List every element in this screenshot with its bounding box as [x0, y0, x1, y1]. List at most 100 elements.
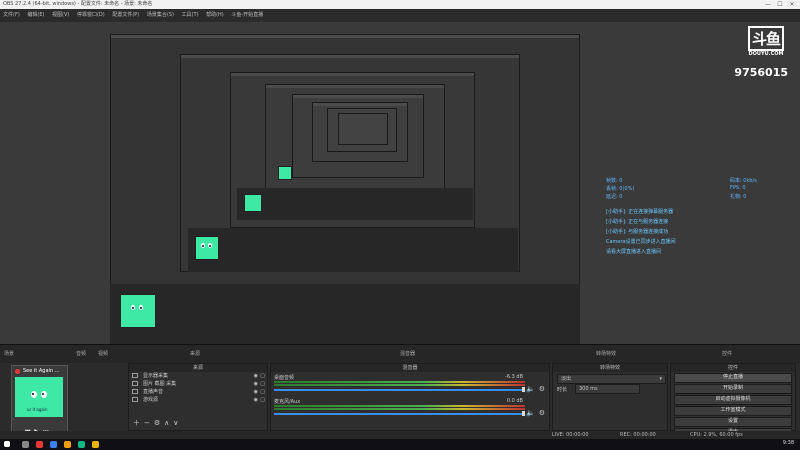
audio-icon: [132, 389, 138, 394]
eye-icon[interactable]: ◉: [254, 380, 258, 388]
nested-scene-thumb-4: [278, 166, 292, 180]
volume-slider[interactable]: [274, 387, 525, 392]
lock-icon[interactable]: ▢: [260, 396, 265, 404]
eye-graphic: [41, 391, 47, 398]
status-cpu: CPU: 2.9%, 60.00 fps: [690, 432, 743, 438]
source-item[interactable]: 直播声音 ◉ ▢: [129, 388, 267, 396]
taskbar-clock: 9:38: [782, 440, 794, 446]
menu-bar: 文件(F) 编辑(E) 视图(V) 停靠窗口(D) 配置文件(P) 场景集合(S…: [0, 9, 800, 22]
studio-mode-button[interactable]: 工作室模式: [674, 406, 792, 416]
nested-docks-2: [188, 228, 518, 272]
speaker-icon[interactable]: 🔈: [526, 385, 535, 393]
stop-streaming-button[interactable]: 停止直播: [674, 373, 792, 383]
volume-slider[interactable]: [274, 411, 525, 416]
window-titlebar: OBS 27.2.4 (64-bit, windows) - 配置文件: 未命名…: [0, 0, 800, 9]
docks-area: 来源 显示器采集 ◉ ▢ 图片 截图 采集 ◉ ▢ 直播声音 ◉ ▢ 游戏源 ◉ ▢ ＋−⚙∧∨…: [0, 363, 800, 438]
speaker-icon[interactable]: 🔈: [526, 409, 535, 417]
transitions-header: 转场特效: [553, 364, 667, 372]
record-icon: [15, 369, 20, 374]
eye-icon[interactable]: ◉: [254, 372, 258, 380]
stat-bitrate: 码率: 0kb/s: [730, 178, 757, 184]
settings-button[interactable]: 设置: [674, 417, 792, 427]
menu-docks[interactable]: 停靠窗口(D): [77, 9, 105, 22]
sources-dock: 来源 显示器采集 ◉ ▢ 图片 截图 采集 ◉ ▢ 直播声音 ◉ ▢ 游戏源 ◉ ▢ ＋−⚙∧∨: [128, 363, 268, 431]
start-recording-button[interactable]: 开始录制: [674, 384, 792, 394]
tab-audio[interactable]: 音频: [76, 350, 86, 357]
tab-controls[interactable]: 控件: [722, 350, 732, 357]
menu-douyu-live[interactable]: 斗鱼-开始直播: [231, 9, 263, 22]
status-live: LIVE: 00:00:00: [552, 432, 589, 438]
thumb-caption: ur it again: [27, 407, 48, 412]
menu-file[interactable]: 文件(F): [3, 9, 20, 22]
folder-taskbar-icon[interactable]: [64, 441, 71, 448]
tab-sources[interactable]: 来源: [190, 350, 200, 357]
dock-tabbar: 场景 音频 视频 来源 混音器 转场特效 控件: [0, 344, 800, 365]
eye-graphic: [31, 391, 37, 398]
stat-gifts: 礼物: 0: [730, 194, 747, 200]
audio-meter: [274, 384, 525, 386]
obs-taskbar-icon[interactable]: [36, 441, 43, 448]
browser-taskbar-icon[interactable]: [50, 441, 57, 448]
lock-icon[interactable]: ▢: [260, 380, 265, 388]
minimize-icon[interactable]: —: [762, 0, 774, 9]
os-taskbar: 9:38: [0, 439, 800, 450]
nested-docks-3: [237, 188, 473, 220]
stat-fps: FPS: 0: [730, 185, 746, 191]
audio-meter: [274, 408, 525, 410]
gear-icon[interactable]: ⚙: [539, 409, 545, 417]
chrome-taskbar-icon[interactable]: [92, 441, 99, 448]
lock-icon[interactable]: ▢: [260, 372, 265, 380]
nested-capture-8: [338, 113, 388, 145]
chat-line: [小助手]: 与服务器连接成功: [606, 229, 669, 235]
eye-icon[interactable]: ◉: [254, 388, 258, 396]
menu-scene-collection[interactable]: 场景集合(S): [147, 9, 174, 22]
remove-source-icon[interactable]: −: [144, 419, 154, 427]
lock-icon[interactable]: ▢: [260, 388, 265, 396]
douyu-logo-mark: 斗鱼: [747, 26, 784, 51]
nested-scene-thumb-3: [244, 194, 262, 212]
menu-help[interactable]: 帮助(H): [206, 9, 224, 22]
duration-input[interactable]: 300 ms: [575, 384, 640, 394]
room-id: 9756015: [734, 66, 788, 79]
volume-knob[interactable]: [522, 411, 525, 416]
maximize-icon[interactable]: ☐: [774, 0, 786, 9]
stat-frames: 帧数: 0: [606, 178, 623, 184]
controls-header: 控件: [671, 364, 795, 372]
chevron-down-icon: ▾: [659, 376, 662, 382]
monitor-icon: [132, 373, 138, 378]
chat-line: 请看大屏直播进入直播间: [606, 249, 662, 255]
close-icon[interactable]: ✕: [786, 0, 798, 9]
move-up-icon[interactable]: ∧: [164, 419, 173, 427]
eye-icon[interactable]: ◉: [254, 396, 258, 404]
menu-edit[interactable]: 编辑(E): [27, 9, 44, 22]
source-item[interactable]: 显示器采集 ◉ ▢: [129, 372, 267, 380]
tab-video[interactable]: 视频: [98, 350, 108, 357]
mixer-channel-db: -6.3 dB: [505, 374, 523, 380]
settings-source-icon[interactable]: ⚙: [154, 419, 164, 427]
search-icon[interactable]: [22, 441, 29, 448]
douyu-logo: 斗鱼 DOUYU.COM: [744, 26, 788, 57]
game-icon: [132, 397, 138, 402]
volume-knob[interactable]: [522, 387, 525, 392]
menu-view[interactable]: 视图(V): [52, 9, 69, 22]
add-source-icon[interactable]: ＋: [133, 419, 144, 427]
tab-scenes[interactable]: 场景: [4, 350, 14, 357]
mixer-channel-db: 0.0 dB: [506, 398, 523, 404]
preview-canvas[interactable]: 斗鱼 DOUYU.COM 9756015 帧数: 0 丢帧: 0(0%) 延迟:…: [0, 22, 800, 344]
mixer-channel-name: 麦克风/Aux: [274, 399, 301, 405]
move-down-icon[interactable]: ∨: [173, 419, 182, 427]
source-item[interactable]: 图片 截图 采集 ◉ ▢: [129, 380, 267, 388]
tab-transitions[interactable]: 转场特效: [596, 350, 616, 357]
source-item[interactable]: 游戏源 ◉ ▢: [129, 396, 267, 404]
tab-mixer[interactable]: 混音器: [400, 350, 415, 357]
image-icon: [132, 381, 138, 386]
transition-select[interactable]: 淡出 ▾: [557, 374, 666, 384]
start-virtual-camera-button[interactable]: 启动虚拟摄像机: [674, 395, 792, 405]
windows-start-icon[interactable]: [4, 441, 10, 447]
menu-tools[interactable]: 工具(T): [182, 9, 199, 22]
gear-icon[interactable]: ⚙: [539, 385, 545, 393]
nested-docks-1: [110, 284, 580, 344]
app-taskbar-icon[interactable]: [78, 441, 85, 448]
transitions-dock: 转场特效 淡出 ▾ 时长 300 ms: [552, 363, 668, 431]
menu-profile[interactable]: 配置文件(P): [112, 9, 139, 22]
